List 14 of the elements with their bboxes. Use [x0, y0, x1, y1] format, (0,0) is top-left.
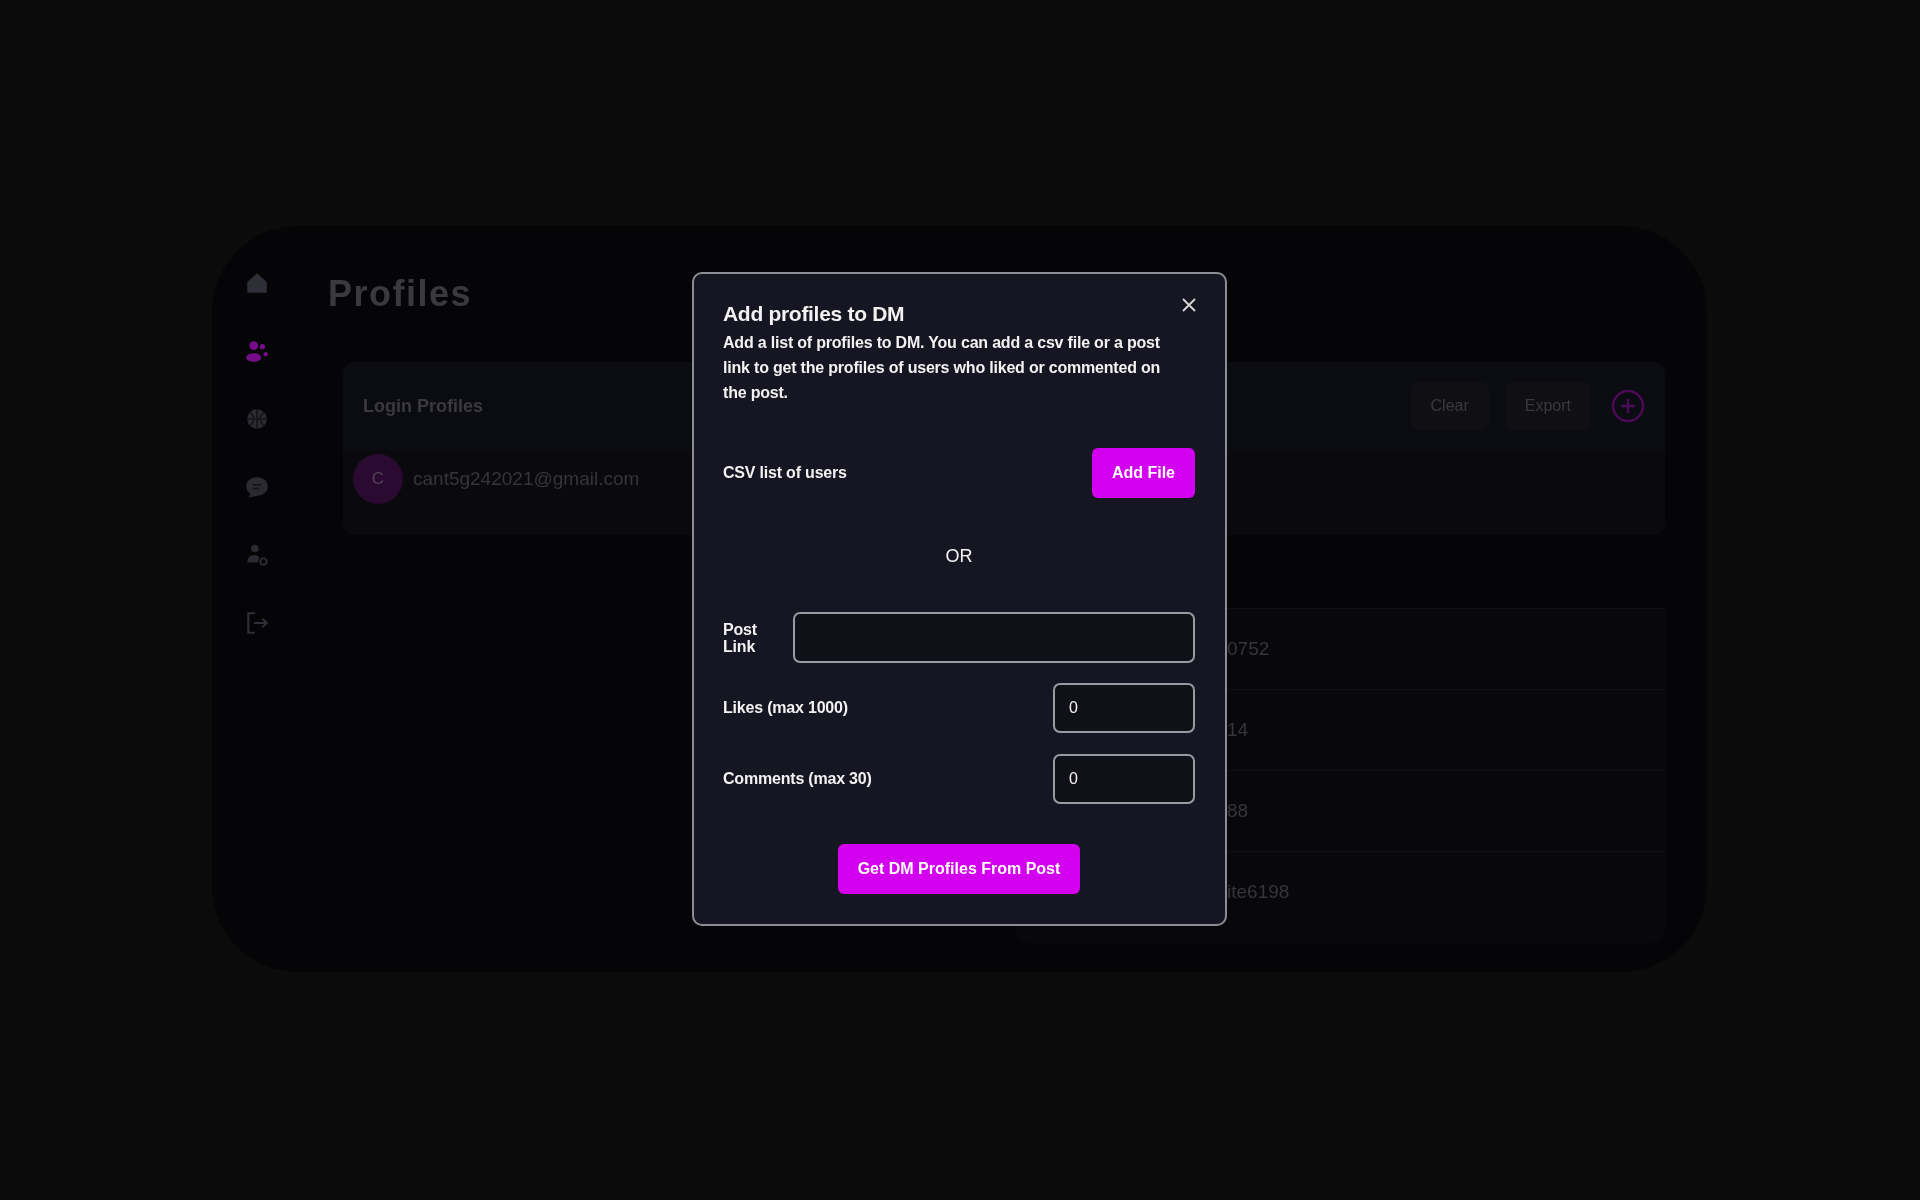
- close-icon[interactable]: [1181, 297, 1197, 313]
- field-label: Likes (max 1000): [723, 699, 848, 717]
- separator-text: OR: [945, 546, 973, 567]
- input-field[interactable]: [793, 612, 1195, 663]
- add-icon[interactable]: [1611, 389, 1645, 423]
- dialog-title: Add profiles to DM: [723, 301, 905, 327]
- submit-button[interactable]: Get DM Profiles From Post: [837, 844, 1081, 894]
- field-label: CSV list of users: [723, 464, 847, 482]
- field-label: Post Link: [723, 620, 758, 655]
- field-label: Comments (max 30): [723, 770, 872, 788]
- add-file-button[interactable]: Add File: [1091, 448, 1195, 498]
- dialog-description: Add a list of profiles to DM. You can add a csv file or a post link to get the profiles of users who liked or commented on the post.: [723, 333, 1162, 403]
- input-field[interactable]: 0: [1053, 683, 1195, 733]
- input-field[interactable]: 0: [1053, 754, 1195, 804]
